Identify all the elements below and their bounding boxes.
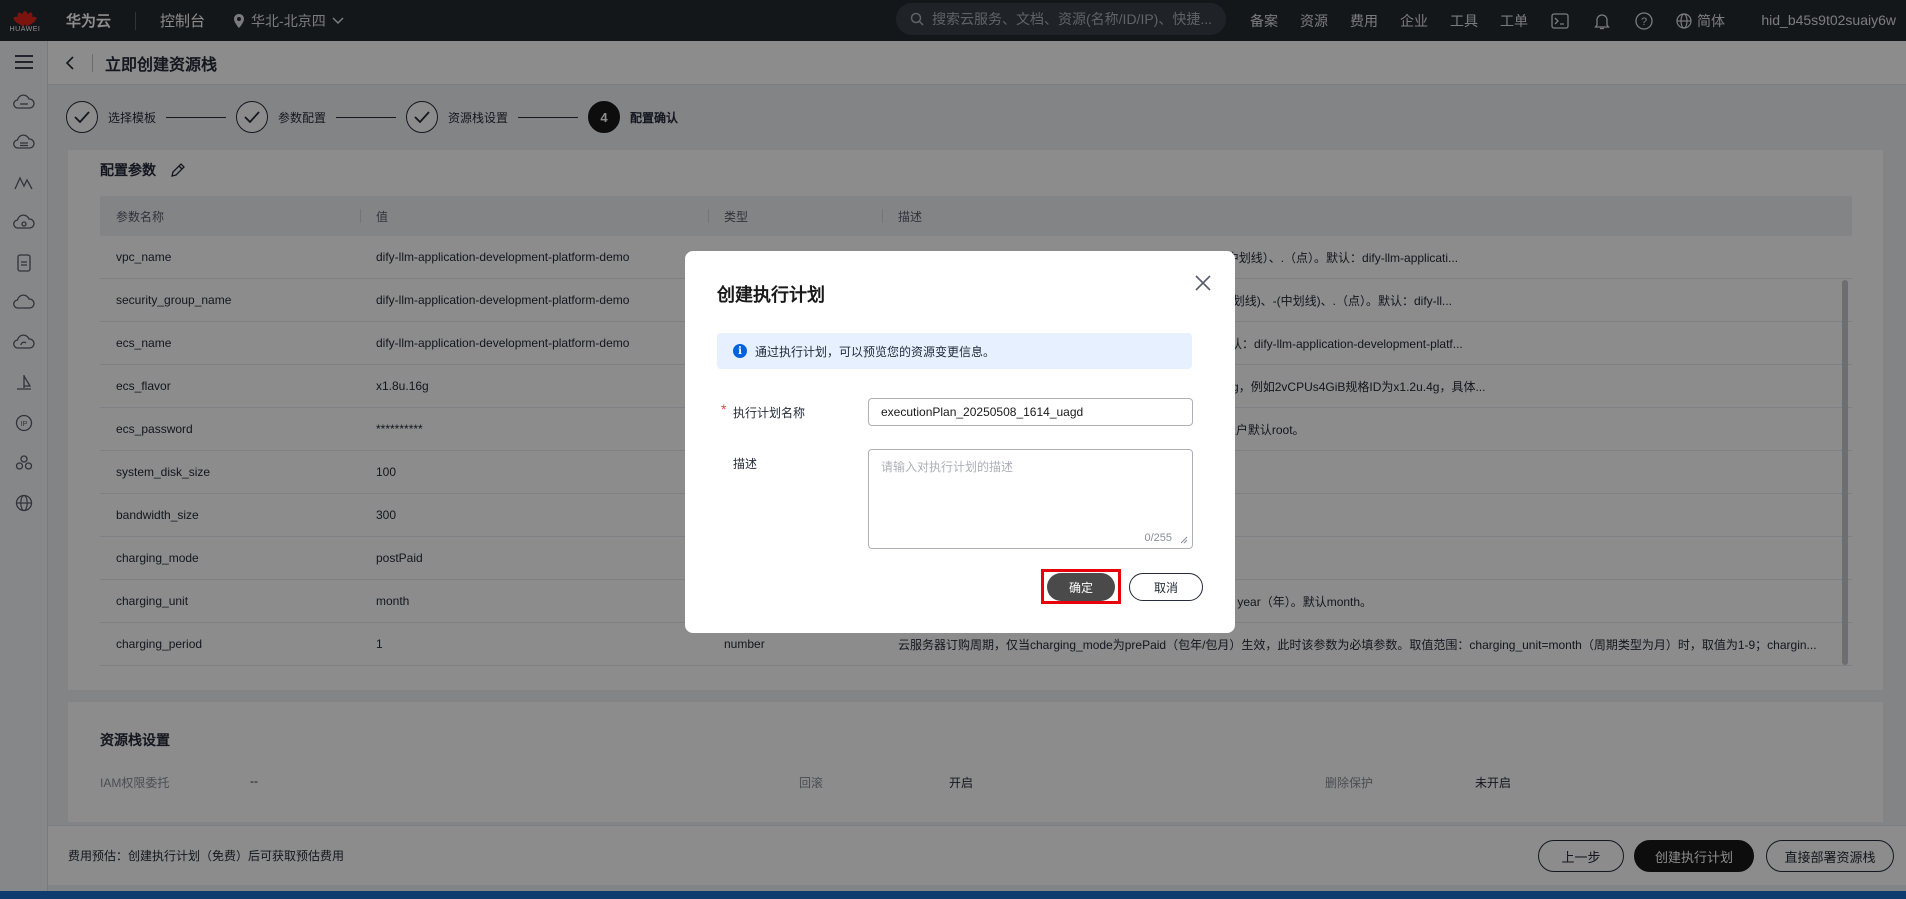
plan-name-input[interactable]: executionPlan_20250508_1614_uagd <box>868 398 1193 426</box>
description-label: 描述 <box>733 457 758 471</box>
description-placeholder: 请输入对执行计划的描述 <box>881 460 1014 474</box>
info-text: 通过执行计划，可以预览您的资源变更信息。 <box>755 344 996 359</box>
plan-name-label: 执行计划名称 <box>733 406 806 420</box>
info-icon: i <box>733 344 747 358</box>
required-asterisk: * <box>721 401 727 417</box>
dialog-title: 创建执行计划 <box>717 285 825 305</box>
info-banner: i 通过执行计划，可以预览您的资源变更信息。 <box>717 333 1192 369</box>
os-taskbar <box>0 891 1906 899</box>
create-plan-dialog: 创建执行计划 i 通过执行计划，可以预览您的资源变更信息。 * 执行计划名称 e… <box>685 251 1235 633</box>
close-icon[interactable] <box>1191 271 1215 295</box>
char-counter: 0/255 <box>1144 532 1172 544</box>
resize-handle-icon[interactable] <box>1180 536 1188 544</box>
description-textarea[interactable]: 请输入对执行计划的描述 0/255 <box>868 449 1193 549</box>
cancel-button[interactable]: 取消 <box>1129 573 1203 601</box>
confirm-button[interactable]: 确定 <box>1047 573 1115 601</box>
